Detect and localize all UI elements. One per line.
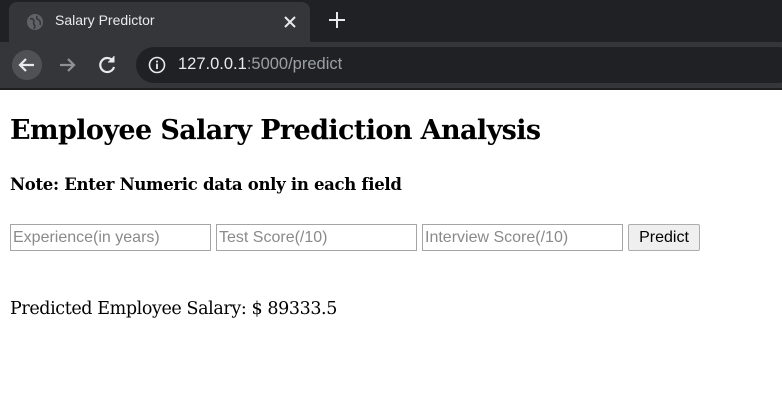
new-tab-icon[interactable] (327, 10, 347, 30)
test-score-input[interactable] (216, 224, 417, 251)
url-path: :5000/predict (246, 55, 343, 73)
tab-title: Salary Predictor (55, 12, 155, 28)
close-icon[interactable] (281, 13, 299, 31)
tab-strip: Salary Predictor (0, 0, 782, 42)
reload-icon[interactable] (92, 50, 122, 80)
back-arrow-icon[interactable] (12, 50, 42, 80)
interview-score-input[interactable] (422, 224, 623, 251)
url-host: 127.0.0.1 (178, 55, 247, 73)
experience-input[interactable] (10, 224, 211, 251)
page-title: Employee Salary Prediction Analysis (10, 115, 541, 146)
browser-toolbar: 127.0.0.1:5000/predict (0, 42, 782, 88)
url-text: 127.0.0.1:5000/predict (178, 55, 342, 74)
info-icon[interactable] (148, 56, 166, 74)
address-bar[interactable]: 127.0.0.1:5000/predict (136, 47, 782, 83)
page-content: Employee Salary Prediction Analysis Note… (0, 90, 782, 400)
instruction-note: Note: Enter Numeric data only in each fi… (10, 175, 402, 194)
prediction-result: Predicted Employee Salary: $ 89333.5 (10, 299, 337, 319)
predict-button[interactable]: Predict (628, 224, 700, 251)
tab-salary-predictor[interactable]: Salary Predictor (9, 2, 310, 42)
forward-arrow-icon[interactable] (52, 50, 82, 80)
globe-icon (27, 14, 43, 30)
